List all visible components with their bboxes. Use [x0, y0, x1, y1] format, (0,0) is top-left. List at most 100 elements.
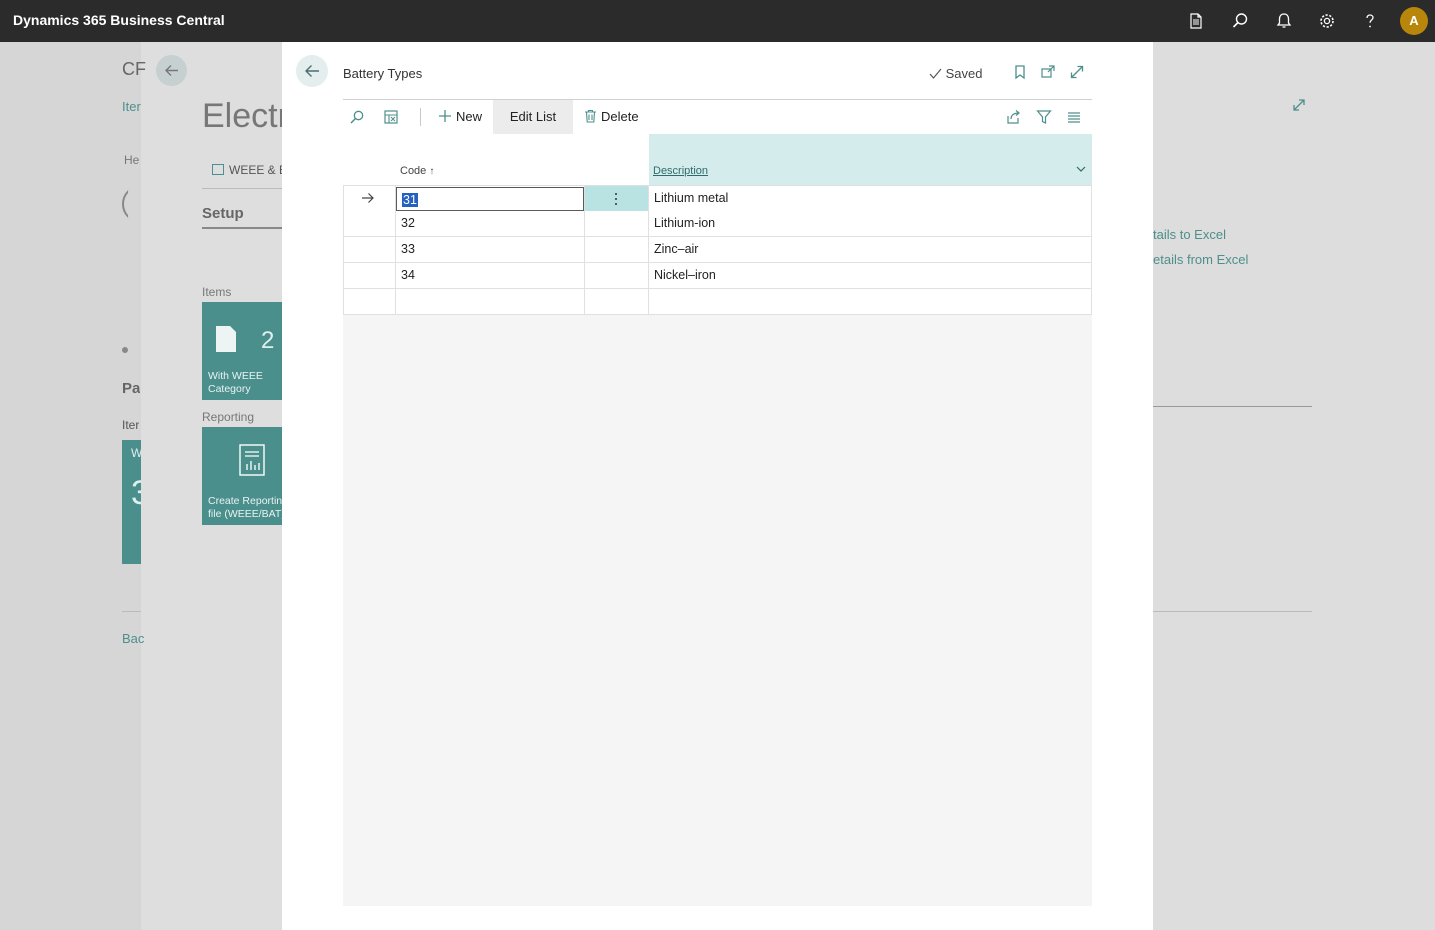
- delete-button[interactable]: Delete: [584, 100, 639, 134]
- report-icon: [239, 444, 265, 476]
- bg-part-tile: W 3: [122, 440, 141, 564]
- bg-items-tile: 2 With WEEE Category: [202, 302, 282, 400]
- code-field[interactable]: 31: [396, 187, 584, 211]
- current-row-arrow-icon: [362, 193, 374, 203]
- bg-export-link: tails to Excel: [1153, 227, 1226, 242]
- bg-page-code: CF: [122, 59, 146, 79]
- back-arrow-icon: [165, 65, 178, 76]
- bg-heading-label: He: [124, 153, 140, 167]
- table-row[interactable]: 32 Lithium-ion: [343, 211, 1092, 237]
- column-divider: [584, 263, 585, 288]
- column-divider: [584, 237, 585, 262]
- column-divider: [1091, 289, 1092, 314]
- new-button-label: New: [456, 109, 483, 124]
- edit-list-label: Edit List: [509, 109, 557, 124]
- bg-items-label: Items: [202, 285, 232, 299]
- code-cell[interactable]: 33: [401, 237, 415, 262]
- search-icon[interactable]: [349, 109, 365, 125]
- grid-header: Code ↑ Description: [343, 134, 1092, 185]
- column-divider: [395, 237, 396, 262]
- row-actions-menu[interactable]: [585, 186, 649, 211]
- edit-in-excel-icon[interactable]: [383, 109, 399, 125]
- column-code-label: Code: [400, 165, 427, 177]
- column-divider: [1091, 211, 1092, 236]
- share-icon[interactable]: [1005, 109, 1021, 125]
- bg-right-divider: [1153, 406, 1312, 407]
- bg-setup-label: Setup: [202, 205, 244, 222]
- bg-part-tile-prefix: W: [131, 446, 141, 460]
- bg-part-label: Pa: [122, 380, 141, 397]
- column-header-description-bg: [649, 134, 1092, 185]
- action-bar-separator: [420, 108, 421, 126]
- help-icon[interactable]: [1360, 11, 1380, 31]
- bg-back-link: Bac: [122, 631, 145, 646]
- filter-icon[interactable]: [1036, 109, 1052, 125]
- back-button[interactable]: [296, 55, 328, 87]
- column-divider: [1091, 263, 1092, 288]
- code-cell[interactable]: 32: [401, 211, 415, 236]
- document-icon[interactable]: [1186, 11, 1206, 31]
- list-view-icon[interactable]: [1066, 109, 1082, 125]
- table-row[interactable]: 33 Zinc–air: [343, 237, 1092, 263]
- table-row[interactable]: 34 Nickel–iron: [343, 263, 1092, 289]
- bg-right-divider-2: [1153, 611, 1312, 612]
- bg-tab-divider: [202, 188, 282, 189]
- description-cell[interactable]: Zinc–air: [654, 237, 698, 262]
- trash-icon: [585, 109, 596, 123]
- column-header-description[interactable]: Description: [653, 165, 708, 177]
- description-cell[interactable]: Nickel–iron: [654, 263, 716, 288]
- description-cell[interactable]: Lithium-ion: [654, 211, 715, 236]
- bg-weee-tab: WEEE & E: [212, 163, 282, 177]
- background-right-panel: tails to Excel etails from Excel: [1153, 42, 1435, 930]
- bg-import-link: etails from Excel: [1153, 252, 1249, 267]
- table-icon: [212, 164, 224, 175]
- checkmark-icon: [929, 68, 942, 79]
- bg-item-label: Iter: [122, 418, 140, 432]
- saved-status: Saved: [929, 66, 983, 81]
- column-header-code[interactable]: Code ↑: [400, 165, 434, 177]
- column-divider: [648, 263, 649, 288]
- bell-icon[interactable]: [1274, 11, 1294, 31]
- bg-report-caption: Create Reporting file (WEEE/BAT): [208, 495, 282, 520]
- sort-ascending-icon: ↑: [429, 166, 435, 177]
- table-row[interactable]: 31 Lithium metal: [343, 185, 1092, 212]
- search-icon[interactable]: [1230, 11, 1250, 31]
- column-divider: [648, 237, 649, 262]
- column-divider: [584, 289, 585, 314]
- column-divider: [648, 211, 649, 236]
- code-field-value: 31: [402, 193, 418, 207]
- app-title[interactable]: Dynamics 365 Business Central: [13, 12, 225, 28]
- bg-weee-tab-label: WEEE & E: [229, 163, 282, 177]
- code-cell[interactable]: 34: [401, 263, 415, 288]
- bg-circle-icon: [122, 185, 129, 223]
- description-cell[interactable]: Lithium metal: [654, 186, 728, 211]
- column-divider: [395, 263, 396, 288]
- chevron-down-icon[interactable]: [1076, 166, 1086, 173]
- settings-gear-icon[interactable]: [1317, 11, 1337, 31]
- bg-back-button: [156, 55, 187, 86]
- new-button[interactable]: New: [438, 100, 482, 134]
- bg-items-caption: With WEEE Category: [208, 370, 263, 395]
- bookmark-icon[interactable]: [1012, 64, 1028, 80]
- column-divider: [648, 289, 649, 314]
- edit-list-button[interactable]: Edit List: [493, 100, 573, 134]
- top-bar: Dynamics 365 Business Central A: [0, 0, 1435, 42]
- user-avatar[interactable]: A: [1400, 7, 1428, 35]
- expand-icon: [1293, 99, 1305, 111]
- column-divider: [584, 211, 585, 236]
- document-icon: [216, 326, 236, 352]
- new-empty-row[interactable]: [343, 289, 1092, 315]
- grid-left-border: [343, 185, 344, 315]
- open-new-window-icon[interactable]: [1040, 64, 1056, 80]
- bg-reporting-label: Reporting: [202, 410, 255, 424]
- column-divider: [395, 289, 396, 314]
- expand-icon[interactable]: [1069, 64, 1085, 80]
- column-divider: [1091, 237, 1092, 262]
- bg-reporting-tile: Create Reporting file (WEEE/BAT): [202, 427, 282, 525]
- plus-icon: [439, 110, 451, 122]
- saved-status-label: Saved: [945, 66, 983, 81]
- column-divider: [395, 211, 396, 236]
- bg-items-count: 2: [261, 327, 275, 354]
- bg-items-link: Iter: [122, 99, 141, 114]
- back-arrow-icon: [305, 65, 319, 77]
